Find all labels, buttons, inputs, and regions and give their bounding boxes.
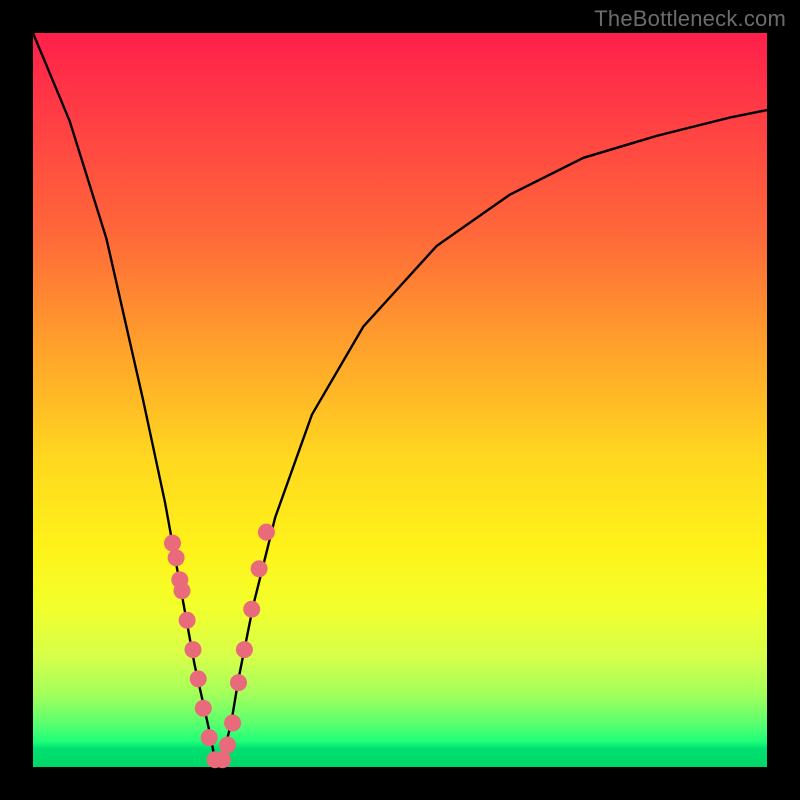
- bottleneck-curve: [33, 33, 767, 767]
- data-point-marker: [236, 641, 253, 658]
- data-point-marker: [179, 612, 196, 629]
- data-point-marker: [243, 601, 260, 618]
- chart-plot-area: [33, 33, 767, 767]
- data-point-marker: [214, 751, 231, 768]
- data-point-marker: [251, 560, 268, 577]
- data-point-marker: [201, 729, 218, 746]
- chart-svg: [33, 33, 767, 767]
- data-point-marker: [258, 524, 275, 541]
- data-point-marker: [185, 641, 202, 658]
- data-point-marker: [190, 670, 207, 687]
- watermark-text: TheBottleneck.com: [594, 6, 786, 32]
- data-point-marker: [164, 535, 181, 552]
- data-point-marker: [195, 700, 212, 717]
- data-point-marker: [230, 674, 247, 691]
- data-point-marker: [219, 737, 236, 754]
- marker-group: [164, 524, 275, 769]
- data-point-marker: [168, 549, 185, 566]
- data-point-marker: [224, 715, 241, 732]
- chart-frame: TheBottleneck.com: [0, 0, 800, 800]
- data-point-marker: [174, 582, 191, 599]
